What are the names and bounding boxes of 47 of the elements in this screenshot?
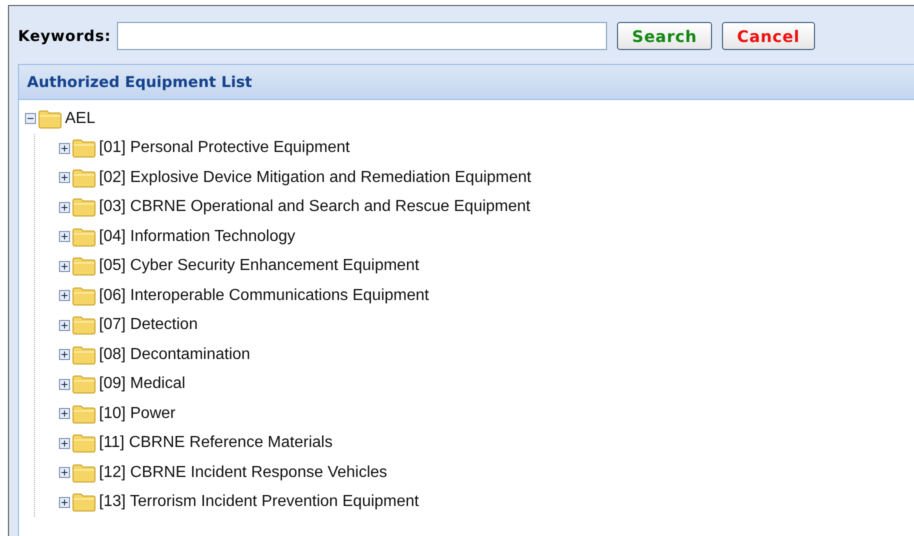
expand-icon[interactable] — [59, 202, 70, 213]
expand-icon[interactable] — [59, 408, 70, 420]
expand-icon[interactable] — [59, 290, 70, 302]
tree-node-label[interactable]: [12] CBRNE Incident Response Vehicles — [99, 464, 388, 482]
keywords-label: Keywords: — [18, 27, 112, 45]
folder-icon — [72, 256, 96, 276]
folder-icon — [72, 462, 96, 483]
folder-icon — [72, 315, 96, 336]
panel-title: Authorized Equipment List — [27, 73, 252, 91]
expand-icon[interactable] — [59, 231, 70, 242]
keywords-field[interactable] — [117, 22, 608, 50]
tree-node-label[interactable]: [08] Decontamination — [99, 346, 250, 364]
folder-icon — [72, 286, 96, 306]
expand-icon[interactable] — [59, 438, 70, 449]
folder-icon — [72, 492, 96, 512]
folder-icon — [72, 344, 96, 365]
expand-icon[interactable] — [59, 496, 70, 508]
tree-node-label[interactable]: [11] CBRNE Reference Materials — [99, 434, 333, 452]
tree-node-label[interactable]: [06] Interoperable Communications Equipment — [99, 286, 429, 305]
folder-icon — [38, 108, 62, 129]
tree-node-label[interactable]: [13] Terrorism Incident Prevention Equipment — [99, 493, 419, 512]
tree-node-label[interactable]: [09] Medical — [99, 375, 186, 394]
tree-node-label[interactable]: [07] Detection — [99, 316, 198, 334]
folder-icon — [72, 168, 96, 188]
folder-icon — [72, 226, 96, 247]
tree-node-label[interactable]: AEL — [65, 110, 96, 128]
collapse-icon[interactable] — [25, 113, 36, 124]
expand-icon[interactable] — [59, 142, 70, 154]
tree-node-label[interactable]: [05] Cyber Security Enhancement Equipment — [99, 257, 420, 276]
expand-icon[interactable] — [59, 349, 70, 360]
action-button[interactable]: Cancel — [722, 22, 815, 50]
expand-icon[interactable] — [59, 467, 70, 478]
tree-node-label[interactable]: [10] Power — [99, 404, 176, 423]
expand-icon[interactable] — [59, 260, 70, 272]
tree-node-label[interactable]: [04] Information Technology — [99, 228, 296, 246]
folder-icon — [72, 138, 96, 158]
folder-icon — [72, 404, 96, 424]
folder-icon — [72, 374, 96, 394]
expand-icon[interactable] — [59, 378, 70, 390]
tree-node-label[interactable]: [03] CBRNE Operational and Search and Rescue Equipment — [99, 198, 530, 216]
folder-icon — [72, 433, 96, 454]
action-button[interactable]: Search — [617, 22, 712, 50]
expand-icon[interactable] — [59, 320, 70, 331]
expand-icon[interactable] — [59, 172, 70, 184]
tree-node-label[interactable]: [02] Explosive Device Mitigation and Remediation Equipment — [99, 168, 532, 187]
tree-node-label[interactable]: [01] Personal Protective Equipment — [99, 139, 350, 158]
folder-icon — [72, 197, 96, 218]
